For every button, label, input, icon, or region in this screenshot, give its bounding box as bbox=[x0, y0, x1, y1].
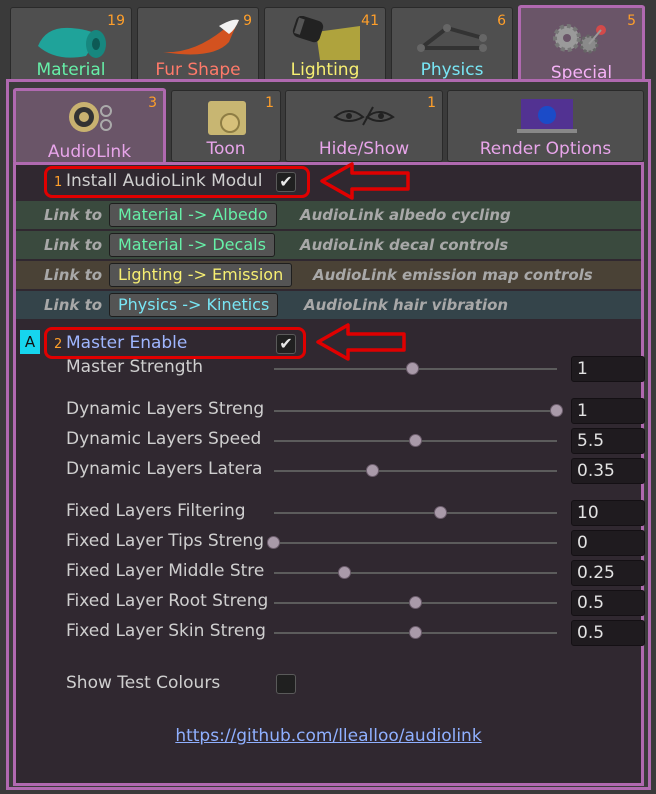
tab-label: Fur Shape bbox=[155, 60, 241, 80]
link-description: AudioLink emission map controls bbox=[313, 266, 593, 284]
red-arrow-icon bbox=[316, 323, 406, 361]
link-to-label: Link to bbox=[44, 236, 103, 254]
slider-knob[interactable] bbox=[550, 404, 563, 417]
slider-value-field[interactable]: 10 bbox=[571, 500, 645, 526]
material-icon bbox=[38, 27, 106, 58]
link-to-label: Link to bbox=[44, 266, 103, 284]
tab-count: 41 bbox=[361, 13, 379, 29]
tab-special[interactable]: 5 Special bbox=[518, 5, 645, 85]
link-description: AudioLink hair vibration bbox=[304, 296, 509, 314]
fur-shape-icon bbox=[163, 19, 239, 55]
tab-lighting[interactable]: 41 Lighting bbox=[264, 7, 386, 83]
link-description: AudioLink albedo cycling bbox=[300, 206, 511, 224]
link-material-decals-button[interactable]: Material -> Decals bbox=[109, 233, 275, 257]
slider-value-field[interactable]: 0.35 bbox=[571, 458, 645, 484]
link-lighting-emission-button[interactable]: Lighting -> Emission bbox=[109, 263, 293, 287]
slider-label: Fixed Layer Tips Streng bbox=[66, 531, 264, 551]
tab-count: 1 bbox=[265, 95, 274, 111]
show-test-colours-checkbox[interactable] bbox=[276, 674, 296, 694]
slider-label: Master Strength bbox=[66, 357, 203, 377]
slider-value-field[interactable]: 5.5 bbox=[571, 428, 645, 454]
tab-label: Lighting bbox=[290, 60, 360, 80]
tab-toon[interactable]: 1 Toon bbox=[171, 90, 281, 162]
slider-track[interactable] bbox=[274, 572, 557, 574]
highlight-box bbox=[44, 166, 310, 198]
slider-knob[interactable] bbox=[408, 596, 422, 609]
slider-value-field[interactable]: 0.5 bbox=[571, 620, 645, 646]
slider-knob[interactable] bbox=[408, 434, 422, 447]
slider-knob[interactable] bbox=[408, 626, 422, 639]
category-tabs: 19 Material 9 Fur Shape 41 Lighting 6 Ph… bbox=[10, 5, 646, 85]
link-row: Link to Physics -> Kinetics AudioLink ha… bbox=[16, 291, 641, 319]
slider-value-field[interactable]: 0 bbox=[571, 530, 645, 556]
slider-knob[interactable] bbox=[433, 506, 447, 519]
animated-badge[interactable]: A bbox=[20, 330, 40, 354]
link-to-label: Link to bbox=[44, 206, 103, 224]
link-row: Link to Material -> Decals AudioLink dec… bbox=[16, 231, 641, 259]
hide-show-eye-icon bbox=[333, 106, 395, 126]
special-panel: 3 AudioLink 1 Toon 1 Hide/Show Render Op… bbox=[6, 79, 651, 790]
tab-count: 1 bbox=[427, 95, 436, 111]
slider-knob[interactable] bbox=[405, 362, 419, 375]
slider-track[interactable] bbox=[274, 542, 557, 544]
slider-track[interactable] bbox=[274, 410, 557, 412]
tab-material[interactable]: 19 Material bbox=[10, 7, 132, 83]
slider-knob[interactable] bbox=[337, 566, 351, 579]
link-physics-kinetics-button[interactable]: Physics -> Kinetics bbox=[109, 293, 279, 317]
slider-label: Dynamic Layers Speed bbox=[66, 429, 262, 449]
red-arrow-icon bbox=[320, 162, 410, 200]
slider-track[interactable] bbox=[274, 512, 557, 514]
slider-label: Fixed Layer Root Streng bbox=[66, 591, 269, 611]
tab-fur-shape[interactable]: 9 Fur Shape bbox=[137, 7, 259, 83]
slider-value-field[interactable]: 0.5 bbox=[571, 590, 645, 616]
link-row: Link to Lighting -> Emission AudioLink e… bbox=[16, 261, 641, 289]
tab-count: 5 bbox=[627, 13, 636, 29]
tab-count: 19 bbox=[107, 13, 125, 29]
slider-label: Dynamic Layers Streng bbox=[66, 399, 265, 419]
slider-value-field[interactable]: 1 bbox=[571, 398, 645, 424]
slider-value-field[interactable]: 1 bbox=[571, 356, 645, 382]
highlight-box bbox=[44, 327, 306, 359]
slider-knob[interactable] bbox=[267, 536, 280, 549]
show-test-colours-label: Show Test Colours bbox=[66, 673, 221, 693]
tab-audiolink[interactable]: 3 AudioLink bbox=[13, 88, 166, 164]
tab-physics[interactable]: 6 Physics bbox=[391, 7, 513, 83]
link-to-label: Link to bbox=[44, 296, 103, 314]
slider-track[interactable] bbox=[274, 470, 557, 472]
link-row: Link to Material -> Albedo AudioLink alb… bbox=[16, 201, 641, 229]
audiolink-speaker-icon bbox=[68, 102, 112, 132]
slider-label: Fixed Layers Filtering bbox=[66, 501, 246, 521]
slider-knob[interactable] bbox=[366, 464, 380, 477]
link-description: AudioLink decal controls bbox=[300, 236, 509, 254]
tab-label: AudioLink bbox=[47, 142, 132, 162]
tab-render-options[interactable]: Render Options bbox=[447, 90, 644, 162]
special-gears-icon bbox=[552, 24, 606, 54]
toon-icon bbox=[208, 101, 246, 135]
slider-label: Fixed Layer Skin Streng bbox=[66, 621, 266, 641]
lighting-icon bbox=[292, 16, 360, 60]
slider-label: Dynamic Layers Latera bbox=[66, 459, 263, 479]
physics-icon bbox=[417, 24, 487, 52]
tab-label: Render Options bbox=[479, 139, 612, 159]
tab-label: Material bbox=[36, 60, 106, 80]
tab-hide-show[interactable]: 1 Hide/Show bbox=[285, 90, 443, 162]
tab-count: 3 bbox=[148, 95, 157, 111]
link-material-albedo-button[interactable]: Material -> Albedo bbox=[109, 203, 277, 227]
slider-value-field[interactable]: 0.25 bbox=[571, 560, 645, 586]
tab-count: 9 bbox=[243, 13, 252, 29]
render-options-icon bbox=[516, 99, 577, 133]
audiolink-settings: 1 Install AudioLink Modul ✔ Link to Mate… bbox=[13, 162, 645, 786]
github-link[interactable]: https://github.com/llealloo/audiolink bbox=[16, 726, 641, 746]
tab-count: 6 bbox=[497, 13, 506, 29]
tab-label: Toon bbox=[206, 139, 246, 159]
tab-label: Hide/Show bbox=[318, 139, 410, 159]
slider-label: Fixed Layer Middle Stre bbox=[66, 561, 265, 581]
tab-label: Physics bbox=[420, 60, 484, 80]
